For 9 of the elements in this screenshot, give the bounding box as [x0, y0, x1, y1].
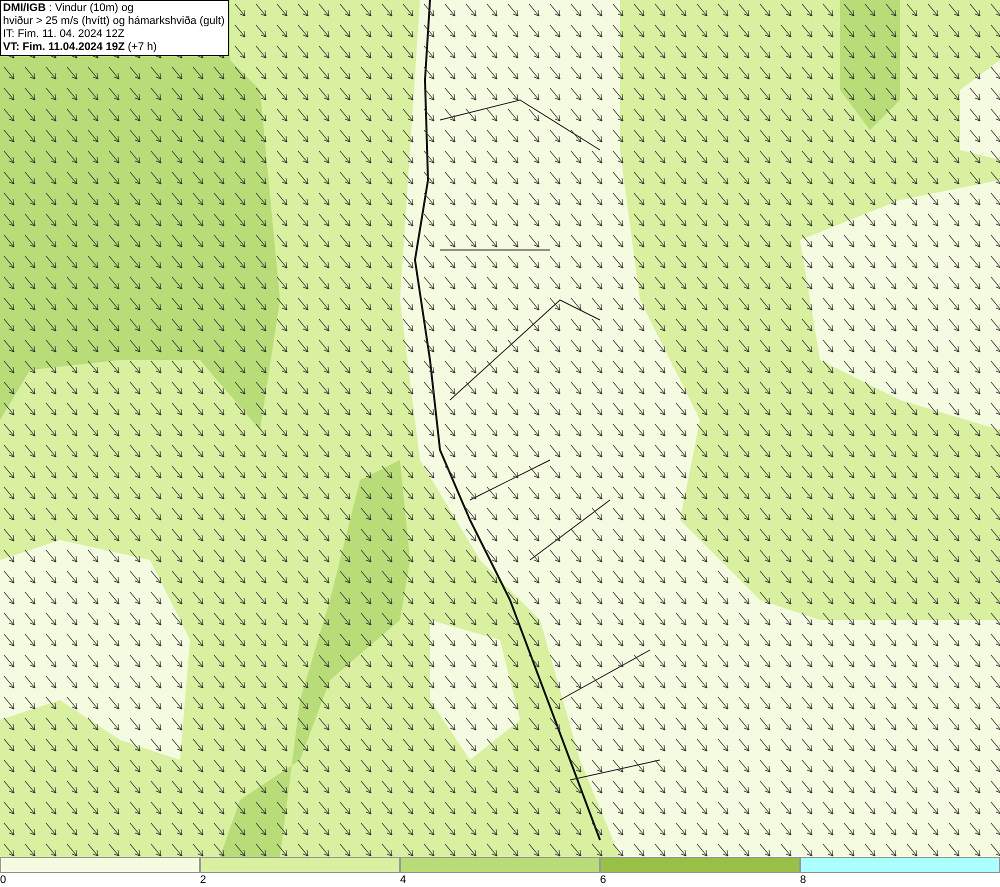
scale-label: 8	[800, 873, 806, 887]
legend-text: hviður > 25 m/s (hvítt) og hámarkshviða (gult)	[3, 15, 226, 28]
scale-label: 6	[600, 873, 606, 887]
legend-text: VT: Fim. 11.04.2024 19Z (+7 h)	[3, 41, 158, 54]
legend-text: IT: Fim. 11. 04. 2024 12Z	[3, 28, 126, 41]
scale-label: 2	[200, 873, 206, 887]
scale-label: 4	[400, 873, 406, 887]
legend-text: DMI/IGB : Vindur (10m) og	[3, 2, 135, 15]
scale-label: 0	[0, 873, 6, 887]
